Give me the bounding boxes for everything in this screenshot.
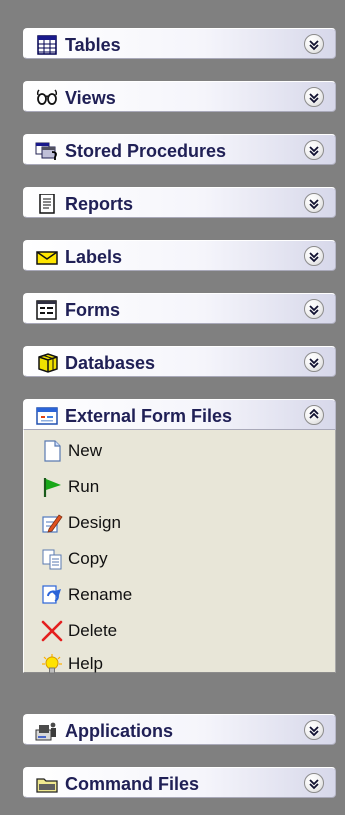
rename-icon bbox=[41, 584, 63, 606]
task-pane: Tables Views Stored Procedures Reports L… bbox=[0, 0, 345, 815]
task-new[interactable]: New bbox=[37, 438, 217, 464]
group-header-applications[interactable]: Applications bbox=[23, 714, 336, 745]
group-label: Forms bbox=[65, 300, 121, 320]
chevron-down-icon[interactable] bbox=[304, 140, 324, 160]
folder-icon bbox=[35, 774, 59, 794]
task-label: Delete bbox=[68, 621, 118, 640]
run-flag-icon bbox=[41, 476, 63, 498]
task-label: Design bbox=[68, 513, 121, 532]
group-label: Command Files bbox=[65, 774, 200, 794]
task-run[interactable]: Run bbox=[37, 474, 217, 500]
table-icon bbox=[35, 35, 59, 55]
report-icon bbox=[35, 193, 59, 214]
task-label: Copy bbox=[68, 549, 108, 568]
group-label: Reports bbox=[65, 194, 134, 214]
group-header-databases[interactable]: Databases bbox=[23, 346, 336, 377]
group-label: Applications bbox=[65, 721, 174, 741]
group-label: Labels bbox=[65, 247, 123, 267]
chevron-down-icon[interactable] bbox=[304, 87, 324, 107]
group-header-reports[interactable]: Reports bbox=[23, 187, 336, 218]
design-pencil-icon bbox=[41, 512, 63, 534]
envelope-icon bbox=[35, 247, 59, 267]
group-label: Views bbox=[65, 88, 116, 108]
group-header-stored-procedures[interactable]: Stored Procedures bbox=[23, 134, 336, 165]
stored-procedure-icon bbox=[35, 141, 59, 161]
chevron-down-icon[interactable] bbox=[304, 773, 324, 793]
group-header-command-files[interactable]: Command Files bbox=[23, 767, 336, 798]
form-icon bbox=[35, 300, 59, 320]
chevron-down-icon[interactable] bbox=[304, 352, 324, 372]
external-form-file-icon bbox=[35, 406, 59, 426]
chevron-down-icon[interactable] bbox=[304, 34, 324, 54]
task-label: Run bbox=[68, 477, 100, 496]
delete-x-icon bbox=[41, 620, 63, 642]
applications-icon bbox=[35, 721, 59, 741]
group-label: Tables bbox=[65, 35, 121, 55]
glasses-icon bbox=[35, 88, 59, 108]
task-label: Help bbox=[68, 654, 103, 673]
group-label: Stored Procedures bbox=[65, 141, 227, 161]
task-delete[interactable]: Delete bbox=[37, 618, 217, 644]
group-label: External Form Files bbox=[65, 406, 233, 426]
chevron-down-icon[interactable] bbox=[304, 246, 324, 266]
group-header-views[interactable]: Views bbox=[23, 81, 336, 112]
chevron-up-icon[interactable] bbox=[304, 405, 324, 425]
task-help[interactable]: Help bbox=[37, 651, 217, 677]
task-label: New bbox=[68, 441, 103, 460]
group-header-tables[interactable]: Tables bbox=[23, 28, 336, 59]
help-lightbulb-icon bbox=[41, 653, 63, 675]
chevron-down-icon[interactable] bbox=[304, 720, 324, 740]
copy-icon bbox=[41, 548, 63, 570]
group-header-labels[interactable]: Labels bbox=[23, 240, 336, 271]
group-header-external-form-files[interactable]: External Form Files bbox=[23, 399, 336, 430]
task-rename[interactable]: Rename bbox=[37, 582, 217, 608]
chevron-down-icon[interactable] bbox=[304, 299, 324, 319]
task-design[interactable]: Design bbox=[37, 510, 217, 536]
group-header-forms[interactable]: Forms bbox=[23, 293, 336, 324]
task-label: Rename bbox=[68, 585, 133, 604]
chevron-down-icon[interactable] bbox=[304, 193, 324, 213]
task-copy[interactable]: Copy bbox=[37, 546, 217, 572]
group-label: Databases bbox=[65, 353, 156, 373]
database-icon bbox=[35, 353, 59, 373]
external-form-files-tasks: New Run Design Copy Rename Delete Help bbox=[23, 430, 336, 674]
new-document-icon bbox=[41, 440, 63, 462]
